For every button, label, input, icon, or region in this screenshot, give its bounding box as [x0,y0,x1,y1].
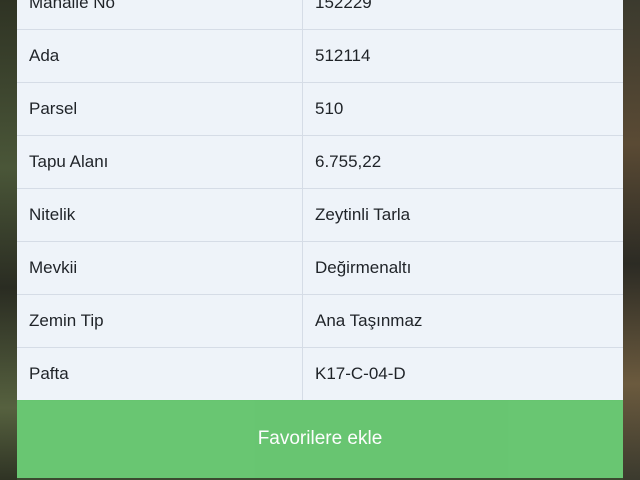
row-value-mevkii: Değirmenaltı [302,241,623,295]
table-row: Mevkii Değirmenaltı [17,241,623,295]
property-table: Mahalle No 152229 Ada 512114 Parsel 510 … [17,0,623,401]
table-row: Pafta K17-C-04-D [17,347,623,401]
background-right [623,0,640,480]
row-value-zemin-tip: Ana Taşınmaz [302,294,623,348]
row-value-nitelik: Zeytinli Tarla [302,188,623,242]
row-value-parsel: 510 [302,82,623,136]
row-value-pafta: K17-C-04-D [302,347,623,401]
row-label-mevkii: Mevkii [17,241,303,295]
row-label-pafta: Pafta [17,347,303,401]
table-row: Tapu Alanı 6.755,22 [17,135,623,189]
row-label-ada: Ada [17,29,303,83]
row-label-zemin-tip: Zemin Tip [17,294,303,348]
table-row: Mahalle No 152229 [17,0,623,30]
row-label-nitelik: Nitelik [17,188,303,242]
table-row: Zemin Tip Ana Taşınmaz [17,294,623,348]
table-row: Parsel 510 [17,82,623,136]
row-value-mahalle-no: 152229 [302,0,623,30]
row-label-tapu-alani: Tapu Alanı [17,135,303,189]
row-label-parsel: Parsel [17,82,303,136]
table-row: Nitelik Zeytinli Tarla [17,188,623,242]
row-value-tapu-alani: 6.755,22 [302,135,623,189]
table-row: Ada 512114 [17,29,623,83]
background-left [0,0,17,480]
row-label-mahalle-no: Mahalle No [17,0,303,30]
add-to-favorites-button[interactable]: Favorilere ekle [17,400,623,478]
row-value-ada: 512114 [302,29,623,83]
